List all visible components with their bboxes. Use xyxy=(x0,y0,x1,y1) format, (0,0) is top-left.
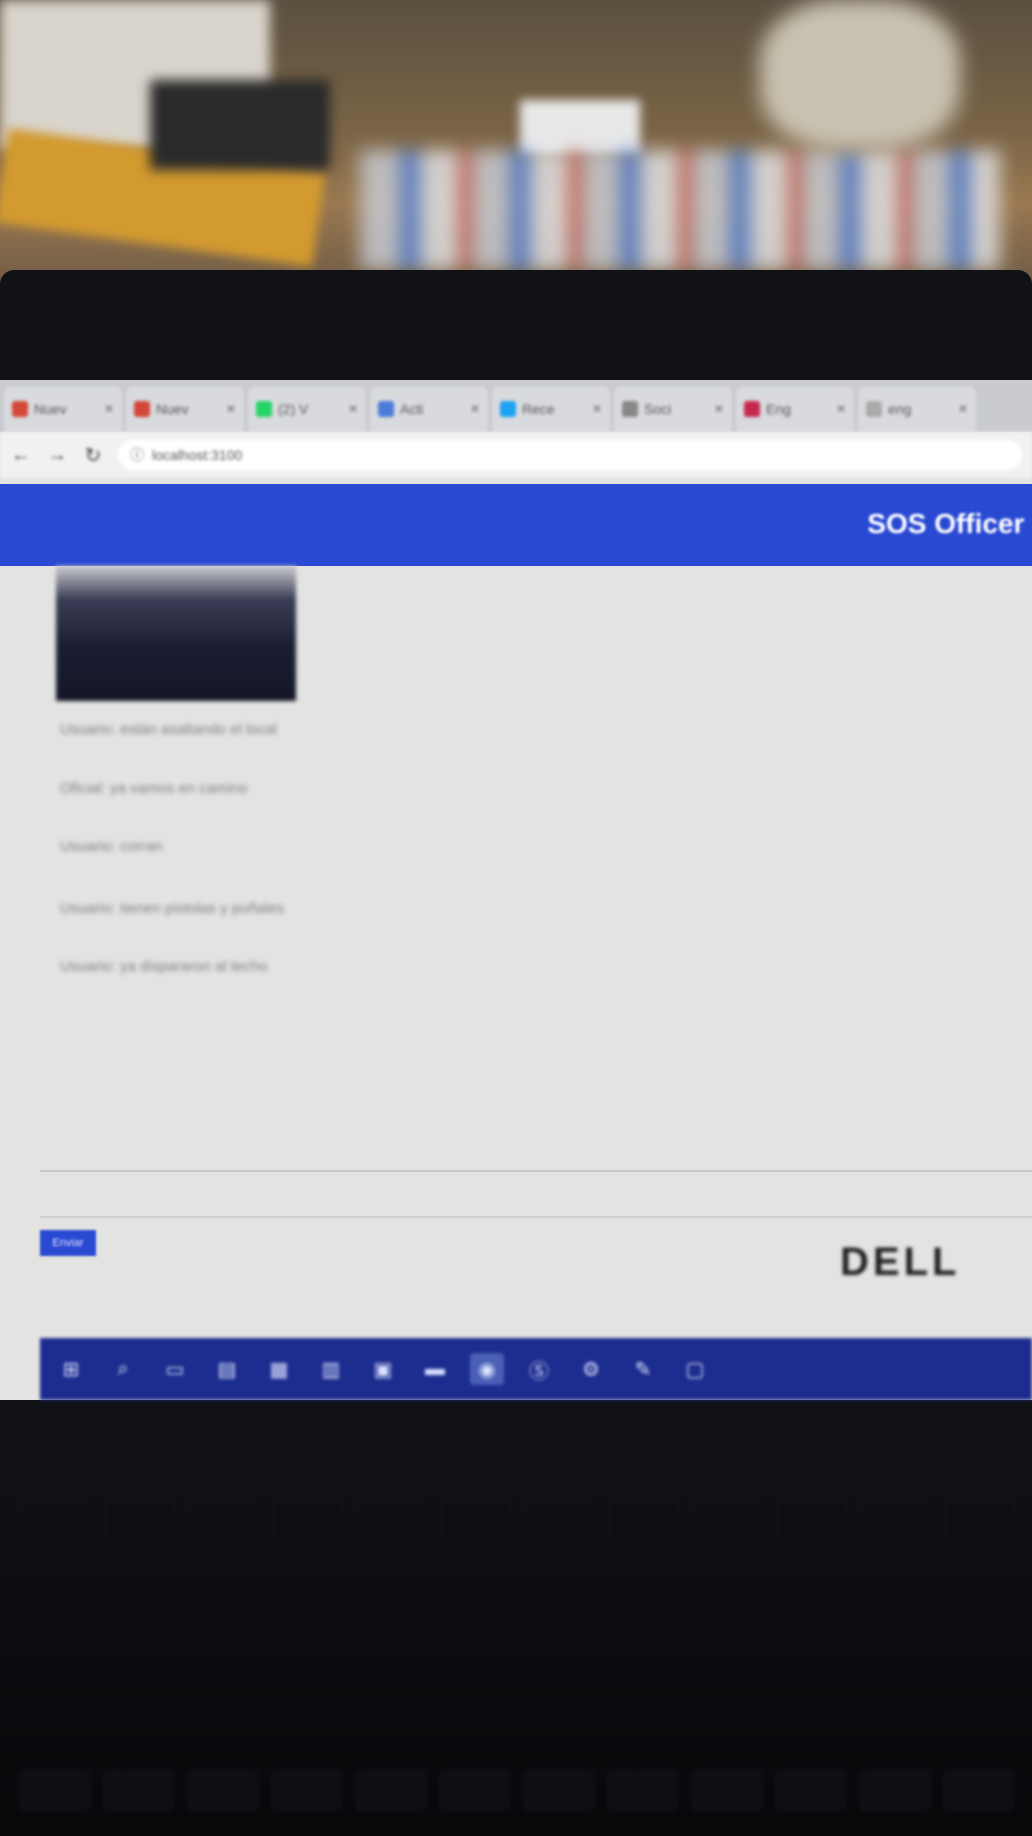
send-button[interactable]: Enviar xyxy=(40,1230,96,1256)
keyboard-key xyxy=(692,1500,762,1540)
keyboard-key xyxy=(440,1500,510,1540)
keyboard-key xyxy=(20,1500,90,1540)
keyboard-key xyxy=(860,1500,930,1540)
chat-message: Usuario: corran xyxy=(60,838,163,855)
keyboard-key xyxy=(272,1500,342,1540)
search-icon[interactable]: ⌕ xyxy=(106,1353,140,1385)
chat-message: Usuario: ya dispararon al techo xyxy=(60,958,268,975)
store-icon[interactable]: ▢ xyxy=(678,1353,712,1385)
folder-icon[interactable]: ▣ xyxy=(366,1353,400,1385)
settings-icon[interactable]: ⚙ xyxy=(574,1353,608,1385)
paint-icon[interactable]: ✎ xyxy=(626,1353,660,1385)
keyboard-key xyxy=(860,1770,930,1810)
keyboard-key xyxy=(440,1770,510,1810)
keyboard-key xyxy=(188,1770,258,1810)
keyboard-key xyxy=(104,1500,174,1540)
chat-message: Usuario: están asaltando el local xyxy=(60,721,277,738)
keyboard-key xyxy=(608,1500,678,1540)
task-view-icon[interactable]: ▭ xyxy=(158,1353,192,1385)
chat-message: Oficial: ya vamos en camino xyxy=(60,780,248,797)
keyboard-key xyxy=(776,1770,846,1810)
keyboard-key xyxy=(356,1500,426,1540)
keyboard-key xyxy=(272,1770,342,1810)
keyboard-key xyxy=(20,1770,90,1810)
terminal-icon[interactable]: ▬ xyxy=(418,1353,452,1385)
keyboard-key xyxy=(776,1500,846,1540)
skype-icon[interactable]: Ⓢ xyxy=(522,1353,556,1385)
chrome-icon[interactable]: ◉ xyxy=(470,1353,504,1385)
keyboard-key xyxy=(944,1500,1014,1540)
laptop-brand-logo: DELL xyxy=(840,1240,961,1284)
keyboard-row xyxy=(20,1500,1014,1540)
windows-taskbar: ⊞ ⌕ ▭ ▤ ▦ ▥ ▣ ▬ ◉ Ⓢ ⚙ ✎ ▢ xyxy=(40,1338,1032,1400)
chat-panel: Usuario: están asaltando el local Oficia… xyxy=(40,566,1032,1266)
keyboard-key xyxy=(608,1770,678,1810)
keyboard-key xyxy=(104,1770,174,1810)
calculator-icon[interactable]: ▥ xyxy=(314,1353,348,1385)
keyboard-key xyxy=(692,1770,762,1810)
file-explorer-icon[interactable]: ▤ xyxy=(210,1353,244,1385)
chat-message: Usuario: tienen pistolas y puñales xyxy=(60,900,285,917)
divider xyxy=(40,1216,1032,1218)
notes-icon[interactable]: ▦ xyxy=(262,1353,296,1385)
windows-icon[interactable]: ⊞ xyxy=(54,1353,88,1385)
keyboard-key xyxy=(524,1770,594,1810)
laptop-keyboard xyxy=(0,1440,1032,1836)
background-desk-photo xyxy=(0,0,1032,290)
keyboard-key xyxy=(524,1500,594,1540)
keyboard-key xyxy=(188,1500,258,1540)
keyboard-key xyxy=(944,1770,1014,1810)
keyboard-row xyxy=(20,1770,1014,1810)
camera-preview-image[interactable] xyxy=(56,566,296,701)
message-input-field[interactable] xyxy=(40,1170,1032,1172)
keyboard-key xyxy=(356,1770,426,1810)
